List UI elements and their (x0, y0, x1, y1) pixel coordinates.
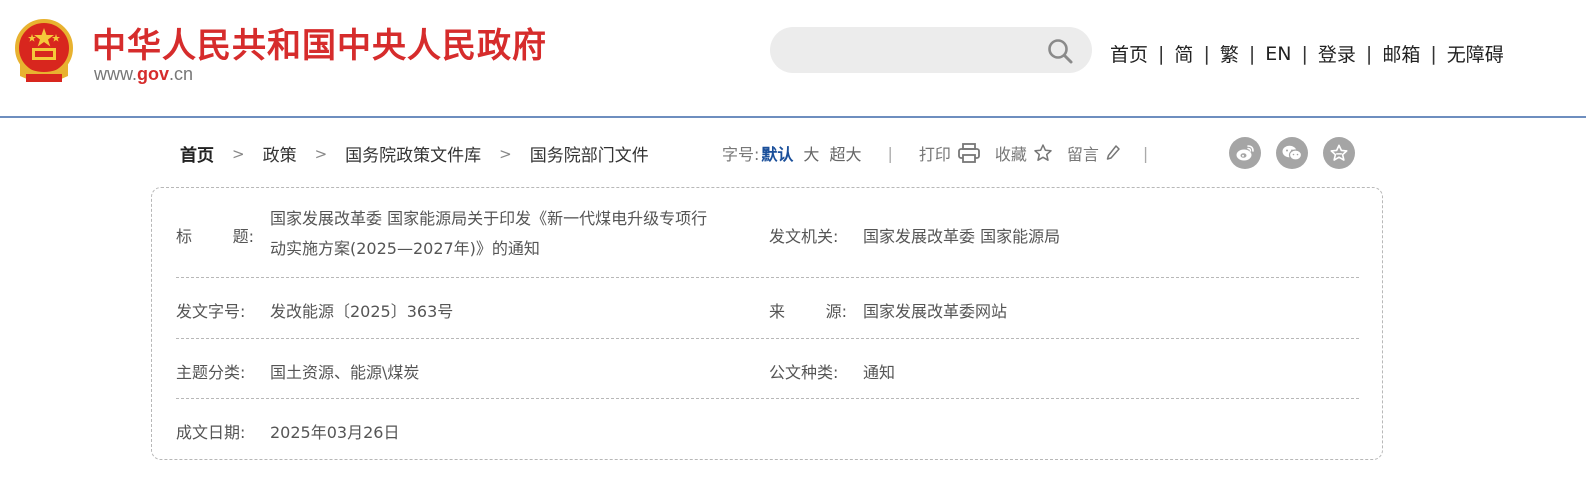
doc-number-value: 发改能源〔2025〕363号 (270, 302, 454, 321)
search-box (770, 27, 1092, 73)
print-button[interactable]: 打印 (919, 141, 951, 165)
site-title[interactable]: 中华人民共和国中央人民政府 (92, 18, 547, 67)
site-url-gov: gov (137, 64, 170, 84)
issuer-label: 发文机关: (769, 227, 839, 246)
doc-number-label: 发文字号: (176, 302, 246, 321)
site-header: 中华人民共和国中央人民政府 www.gov.cn 首页 | 简 | 繁 | EN… (0, 0, 1586, 118)
nav-login[interactable]: 登录 (1318, 40, 1356, 67)
title-value-line1: 国家发展改革委 国家能源局关于印发《新一代煤电升级专项行 (270, 209, 708, 228)
breadcrumb-policy[interactable]: 政策 (263, 141, 297, 166)
info-row-topic: 主题分类: 国土资源、能源\煤炭 公文种类: 通知 (176, 339, 1359, 399)
document-info-table: 标 题: 国家发展改革委 国家能源局关于印发《新一代煤电升级专项行 动实施方案(2… (151, 187, 1383, 460)
breadcrumb: 首页 > 政策 > 国务院政策文件库 > 国务院部门文件 (180, 141, 649, 167)
nav-mail[interactable]: 邮箱 (1382, 40, 1420, 67)
title-label: 标 题: (176, 223, 254, 247)
star-outline-icon[interactable] (1033, 143, 1053, 163)
site-url[interactable]: www.gov.cn (94, 64, 193, 85)
source-label-part2: 源: (825, 302, 847, 321)
title-label-part2: 题: (232, 227, 254, 246)
nav-separator: | (1365, 42, 1373, 65)
info-row-date: 成文日期: 2025年03月26日 (176, 399, 1359, 459)
doc-type-label: 公文种类: (769, 363, 839, 382)
comment-button[interactable]: 留言 (1067, 141, 1099, 165)
pencil-icon[interactable] (1105, 144, 1121, 162)
breadcrumb-arrow: > (232, 144, 245, 163)
issuer-value: 国家发展改革委 国家能源局 (863, 227, 1061, 246)
nav-accessibility[interactable]: 无障碍 (1447, 40, 1504, 67)
weibo-share-button[interactable] (1229, 137, 1261, 169)
search-input[interactable] (790, 27, 1040, 73)
article-toolbar: 字号: 默认 大 超大 | 打印 收藏 留言 | (722, 141, 1174, 165)
top-nav: 首页 | 简 | 繁 | EN | 登录 | 邮箱 | 无障碍 (1110, 40, 1504, 67)
printer-icon[interactable] (957, 142, 981, 164)
national-emblem-icon[interactable] (12, 18, 76, 84)
font-size-label: 字号: (722, 145, 760, 164)
toolbar-separator: | (887, 143, 893, 163)
topic-label: 主题分类: (176, 363, 246, 382)
search-icon[interactable] (1046, 37, 1074, 65)
breadcrumb-arrow: > (314, 144, 328, 163)
site-url-suffix: .cn (169, 64, 194, 84)
nav-separator: | (1430, 42, 1437, 65)
source-value: 国家发展改革委网站 (863, 302, 1008, 321)
info-row-title: 标 题: 国家发展改革委 国家能源局关于印发《新一代煤电升级专项行 动实施方案(2… (176, 188, 1359, 278)
title-value-line2: 动实施方案(2025—2027年)》的通知 (270, 239, 540, 258)
source-label: 来 源: (769, 298, 847, 322)
font-size-xlarge[interactable]: 超大 (829, 141, 861, 165)
nav-separator: | (1203, 42, 1210, 65)
favorite-button[interactable]: 收藏 (995, 141, 1027, 165)
breadcrumb-arrow: > (499, 144, 512, 163)
info-row-doc-number: 发文字号: 发改能源〔2025〕363号 来 源: 国家发展改革委网站 (176, 278, 1359, 339)
weibo-icon (1236, 145, 1254, 161)
wechat-icon (1282, 145, 1303, 161)
favorite-share-button[interactable] (1323, 137, 1355, 169)
doc-type-value: 通知 (863, 363, 896, 382)
nav-separator: | (1248, 42, 1256, 65)
date-label: 成文日期: (176, 423, 246, 442)
site-url-prefix: www. (94, 64, 138, 84)
nav-separator: | (1158, 42, 1165, 65)
nav-simplified[interactable]: 简 (1174, 40, 1193, 67)
nav-home[interactable]: 首页 (1110, 40, 1148, 67)
font-size-default[interactable]: 默认 (761, 141, 793, 165)
toolbar-separator: | (1142, 143, 1149, 163)
source-label-part1: 来 (769, 302, 786, 321)
nav-english[interactable]: EN (1265, 43, 1291, 65)
breadcrumb-department-docs[interactable]: 国务院部门文件 (530, 141, 649, 166)
nav-separator: | (1301, 42, 1308, 65)
favorite-star-icon (1330, 144, 1348, 161)
date-value: 2025年03月26日 (270, 423, 400, 442)
topic-value: 国土资源、能源\煤炭 (270, 363, 420, 382)
wechat-share-button[interactable] (1276, 137, 1308, 169)
font-size-large[interactable]: 大 (803, 141, 819, 165)
nav-traditional[interactable]: 繁 (1220, 40, 1239, 67)
breadcrumb-policy-library[interactable]: 国务院政策文件库 (345, 141, 481, 166)
title-label-part1: 标 (176, 227, 193, 246)
title-value: 国家发展改革委 国家能源局关于印发《新一代煤电升级专项行 动实施方案(2025—… (270, 204, 770, 264)
breadcrumb-home[interactable]: 首页 (180, 141, 214, 166)
